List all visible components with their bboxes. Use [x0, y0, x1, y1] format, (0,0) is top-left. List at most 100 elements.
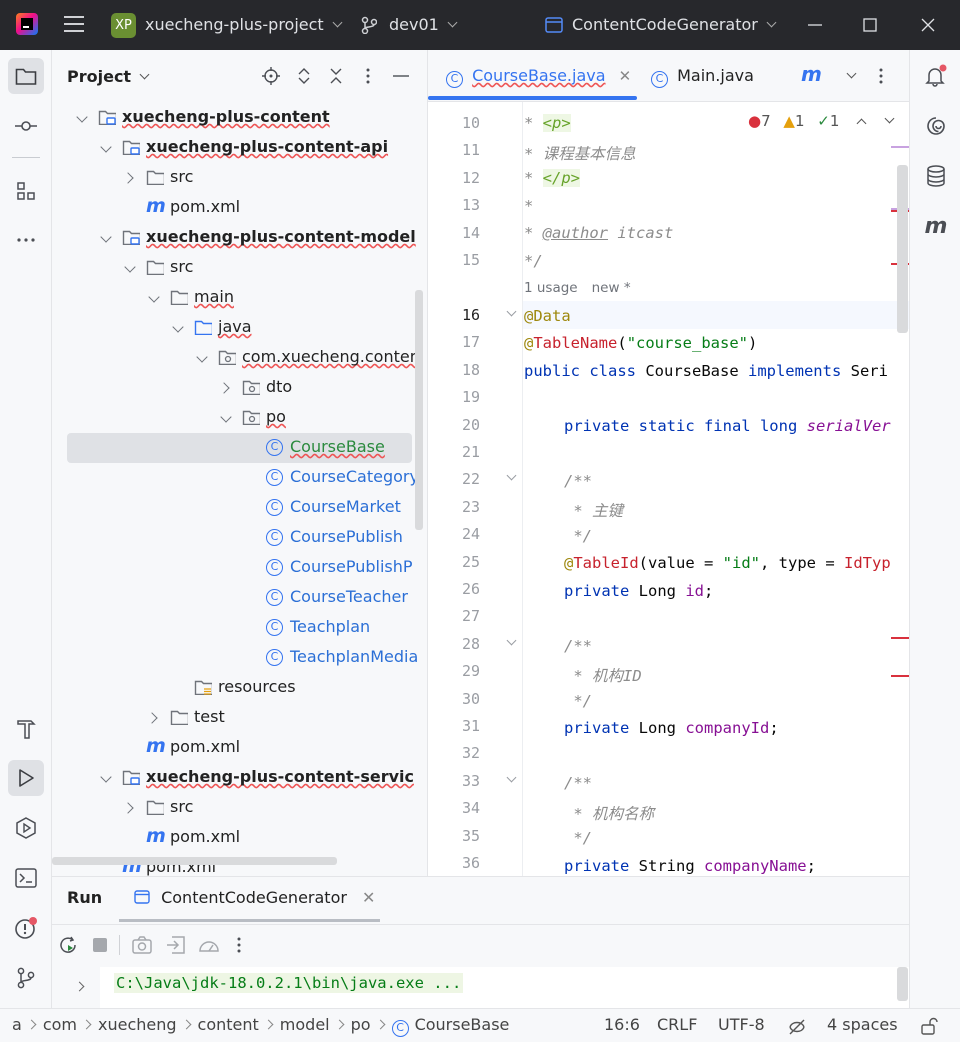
tree-item[interactable]: xuecheng-plus-content-api	[52, 133, 427, 163]
breadcrumb-item[interactable]: CourseBase	[415, 1015, 510, 1034]
line-number[interactable]: 22	[450, 470, 480, 488]
tree-item[interactable]: m pom.xml	[52, 733, 427, 763]
breadcrumb-item[interactable]: content	[198, 1015, 259, 1034]
indent-setting[interactable]: 4 spaces	[827, 1015, 898, 1034]
chevron-down-icon[interactable]	[76, 111, 88, 123]
run-tab[interactable]: ContentCodeGenerator ✕	[134, 888, 375, 907]
stripe-mark[interactable]	[891, 146, 909, 148]
line-number[interactable]: 35	[450, 827, 480, 845]
next-problem-icon[interactable]	[884, 113, 895, 124]
close-window-icon[interactable]	[918, 15, 938, 35]
line-number[interactable]: 10	[450, 114, 480, 132]
tree-scrollbar[interactable]	[415, 290, 423, 530]
chevron-down-icon[interactable]	[124, 261, 136, 273]
rerun-icon[interactable]	[59, 936, 79, 956]
services-tool-button[interactable]	[8, 810, 44, 846]
fold-icon[interactable]	[506, 772, 517, 783]
tree-item[interactable]: src	[52, 163, 427, 193]
inspection-widget[interactable]: ●7 ▲1 ✓1	[748, 112, 895, 130]
main-menu-icon[interactable]	[64, 16, 84, 32]
maximize-icon[interactable]	[860, 15, 880, 35]
console-output[interactable]: C:\Java\jdk-18.0.2.1\bin\java.exe ...	[100, 967, 909, 1009]
line-number[interactable]: 18	[450, 361, 480, 379]
maven-tab-icon[interactable]: m	[801, 62, 822, 86]
fold-icon[interactable]	[506, 306, 517, 317]
tree-item[interactable]: C CoursePublishP	[52, 553, 427, 583]
import-icon[interactable]	[166, 936, 186, 954]
line-number[interactable]: 27	[450, 607, 480, 625]
commit-tool-button[interactable]	[8, 108, 44, 144]
line-number[interactable]: 33	[450, 772, 480, 790]
tree-item[interactable]: dto	[52, 373, 427, 403]
tree-item[interactable]: C TeachplanMedia	[52, 643, 427, 673]
breadcrumb-item[interactable]: com	[43, 1015, 77, 1034]
breadcrumb-item[interactable]: a	[12, 1015, 22, 1034]
notifications-button[interactable]	[918, 58, 954, 94]
project-tool-button[interactable]	[8, 58, 44, 94]
tree-item[interactable]: C CourseMarket	[52, 493, 427, 523]
tree-item[interactable]: m pom.xml	[52, 193, 427, 223]
structure-tool-button[interactable]	[8, 173, 44, 209]
tree-item[interactable]: main	[52, 283, 427, 313]
camera-icon[interactable]	[132, 936, 152, 954]
breadcrumb-item[interactable]: model	[280, 1015, 330, 1034]
tree-item[interactable]: src	[52, 253, 427, 283]
tree-item[interactable]: xuecheng-plus-content-model	[52, 223, 427, 253]
tab-coursebase[interactable]: C CourseBase.java ✕	[446, 66, 631, 88]
tab-list-chevron-icon[interactable]	[846, 68, 857, 79]
chevron-right-icon[interactable]	[146, 712, 158, 724]
minimize-icon[interactable]	[805, 15, 825, 35]
chevron-right-icon[interactable]	[122, 172, 134, 184]
collapse-all-icon[interactable]	[327, 67, 345, 85]
build-tool-button[interactable]	[8, 711, 44, 747]
line-number[interactable]: 36	[450, 854, 480, 872]
tab-options-icon[interactable]	[878, 68, 884, 84]
chevron-right-icon[interactable]	[218, 382, 230, 394]
line-number[interactable]: 30	[450, 690, 480, 708]
options-icon[interactable]	[359, 67, 377, 85]
editor-scrollbar[interactable]	[897, 165, 908, 333]
locate-icon[interactable]	[262, 67, 280, 85]
chevron-down-icon[interactable]	[148, 291, 160, 303]
chevron-down-icon[interactable]	[100, 141, 112, 153]
tree-item[interactable]: xuecheng-plus-content	[52, 103, 427, 133]
tree-item[interactable]: po	[52, 403, 427, 433]
tree-hscrollbar[interactable]	[52, 857, 337, 865]
line-number[interactable]: 13	[450, 196, 480, 214]
line-number[interactable]: 12	[450, 169, 480, 187]
fold-icon[interactable]	[506, 470, 517, 481]
database-button[interactable]	[918, 158, 954, 194]
caret-position[interactable]: 16:6	[604, 1015, 640, 1034]
chevron-right-icon[interactable]	[122, 802, 134, 814]
console-scrollbar[interactable]	[897, 967, 908, 1001]
tree-item[interactable]: C CourseBase	[67, 433, 412, 463]
tab-main[interactable]: C Main.java	[651, 66, 754, 88]
tree-item[interactable]: C CoursePublish	[52, 523, 427, 553]
file-encoding[interactable]: UTF-8	[718, 1015, 765, 1034]
tree-item[interactable]: java	[52, 313, 427, 343]
chevron-down-icon[interactable]	[100, 231, 112, 243]
line-number[interactable]: 14	[450, 224, 480, 242]
tree-item[interactable]: C CourseCategory	[52, 463, 427, 493]
expand-output-icon[interactable]	[74, 981, 85, 992]
line-separator[interactable]: CRLF	[657, 1015, 697, 1034]
line-number[interactable]: 25	[450, 553, 480, 571]
line-number[interactable]: 23	[450, 498, 480, 516]
line-number[interactable]: 20	[450, 416, 480, 434]
problems-tool-button[interactable]	[8, 910, 44, 946]
close-run-tab-icon[interactable]: ✕	[362, 888, 375, 907]
tree-item[interactable]: C Teachplan	[52, 613, 427, 643]
maven-tool-icon[interactable]: m	[918, 208, 954, 244]
hide-panel-icon[interactable]	[392, 67, 410, 85]
intellij-logo-icon[interactable]	[16, 13, 38, 35]
line-number[interactable]: 21	[450, 443, 480, 461]
git-tool-button[interactable]	[8, 960, 44, 996]
line-number[interactable]: 32	[450, 744, 480, 762]
line-number[interactable]: 17	[450, 333, 480, 351]
error-stripe-mark[interactable]	[891, 637, 909, 639]
line-number[interactable]: 28	[450, 635, 480, 653]
lock-icon[interactable]	[920, 1017, 938, 1035]
expand-all-icon[interactable]	[295, 67, 313, 85]
line-number[interactable]: 19	[450, 388, 480, 406]
tree-item[interactable]: m pom.xml	[52, 823, 427, 853]
